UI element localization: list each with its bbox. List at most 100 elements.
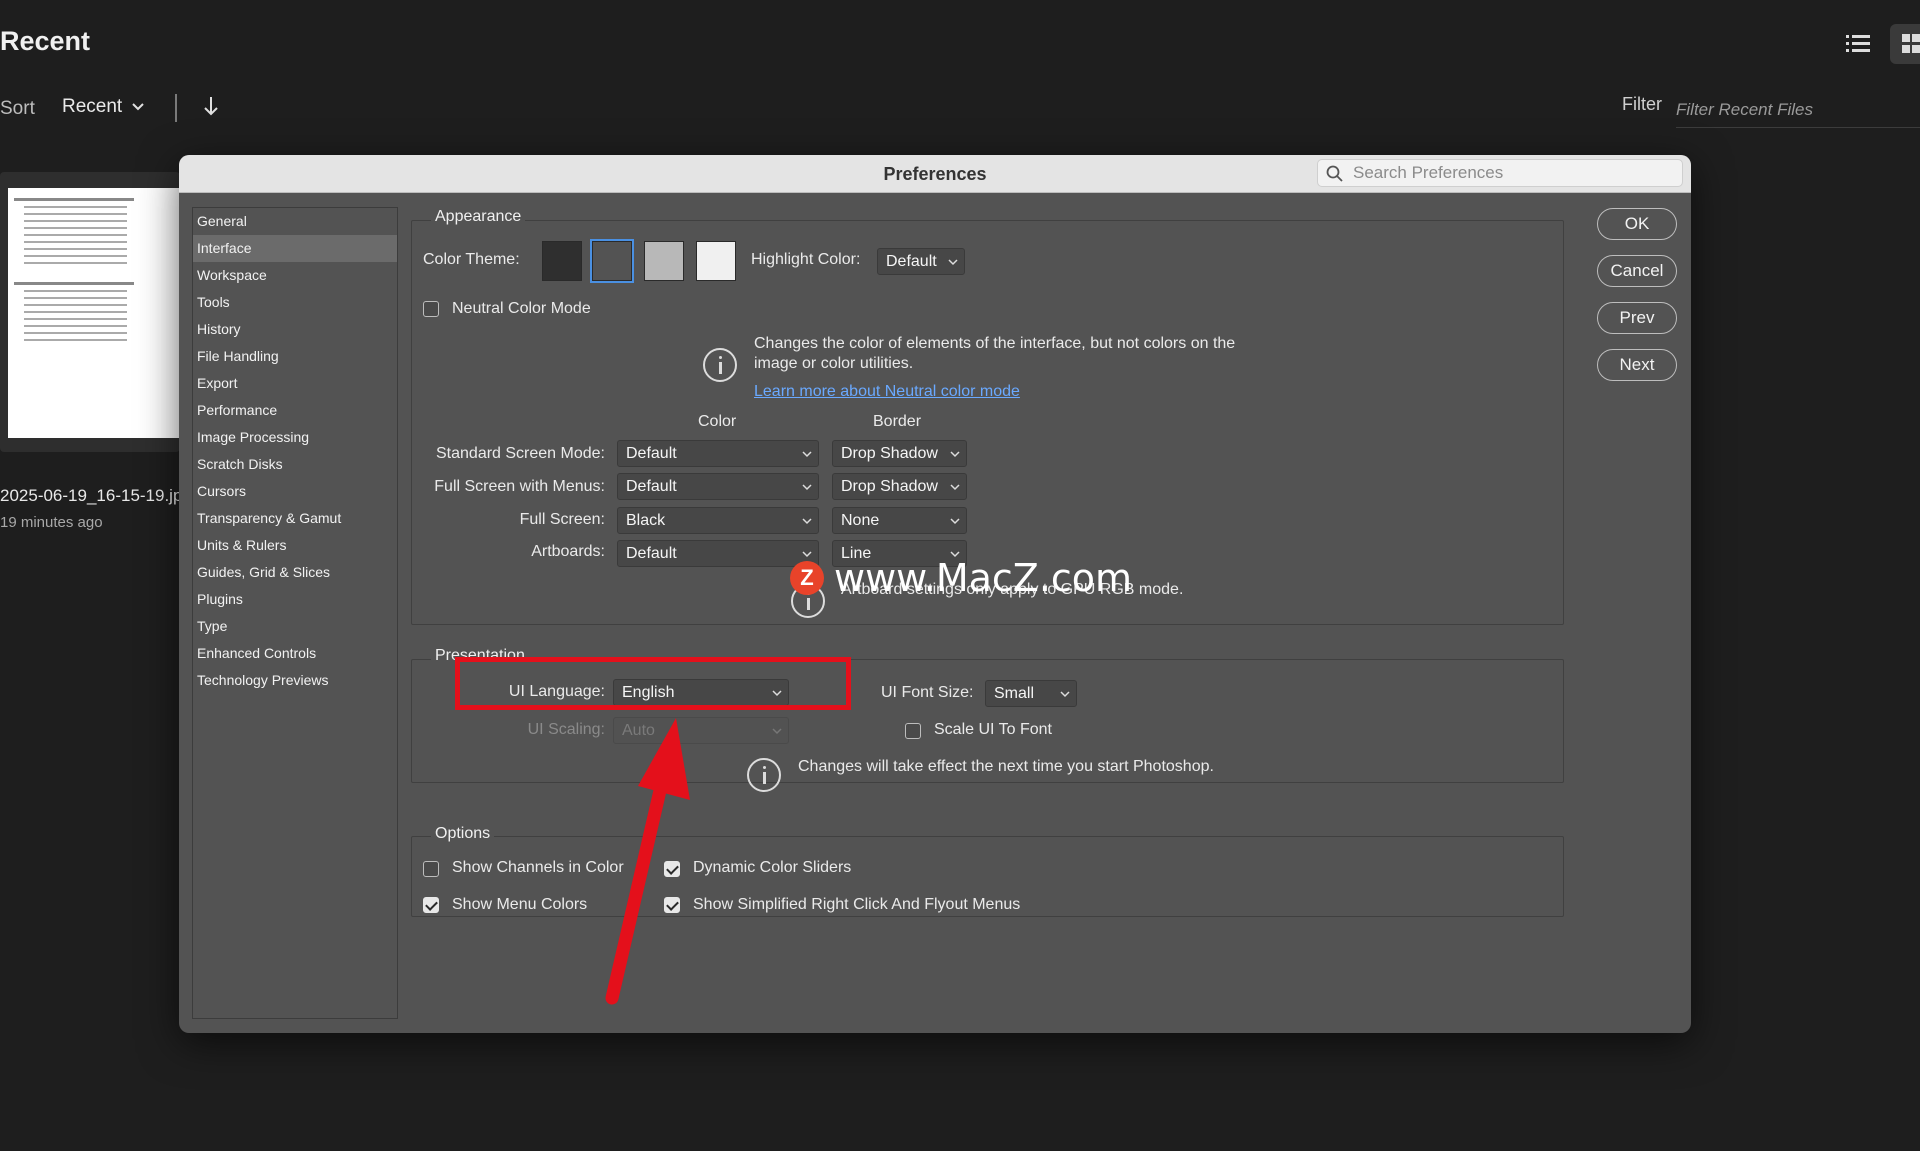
full-screen-menus-border-select[interactable]: Drop Shadow: [832, 473, 967, 500]
full-screen-menus-color-select[interactable]: Default: [617, 473, 819, 500]
ui-font-size-select[interactable]: Small: [985, 680, 1077, 707]
chevron-down-icon: [1060, 691, 1070, 698]
full-screen-label: Full Screen:: [519, 511, 605, 528]
show-menu-colors-label: Show Menu Colors: [452, 896, 588, 913]
sidebar-item-export[interactable]: Export: [193, 370, 397, 397]
theme-swatch-darkest[interactable]: [542, 241, 582, 281]
simplified-menus-label: Show Simplified Right Click And Flyout M…: [693, 896, 1021, 913]
standard-screen-color-select[interactable]: Default: [617, 440, 819, 467]
sidebar-item-plugins[interactable]: Plugins: [193, 586, 397, 613]
watermark: Z www.MacZ.com: [790, 556, 1132, 600]
file-time: 19 minutes ago: [0, 514, 103, 531]
sort-label: Sort: [0, 98, 35, 119]
prev-button[interactable]: Prev: [1597, 302, 1677, 334]
neutral-color-mode-label: Neutral Color Mode: [452, 300, 591, 317]
sidebar-item-general[interactable]: General: [193, 208, 397, 235]
sidebar-item-performance[interactable]: Performance: [193, 397, 397, 424]
list-view-icon[interactable]: [1844, 30, 1872, 58]
neutral-note-line2: image or color utilities.: [754, 355, 914, 372]
search-preferences-input[interactable]: [1353, 163, 1653, 183]
sidebar-item-image-processing[interactable]: Image Processing: [193, 424, 397, 451]
standard-screen-border-select[interactable]: Drop Shadow: [832, 440, 967, 467]
full-screen-menus-label: Full Screen with Menus:: [434, 478, 605, 495]
artboards-color-value: Default: [626, 545, 677, 562]
artboards-color-select[interactable]: Default: [617, 540, 819, 567]
sidebar-item-guides-grid-slices[interactable]: Guides, Grid & Slices: [193, 559, 397, 586]
filter-label: Filter: [1622, 94, 1662, 114]
theme-swatch-lightest[interactable]: [696, 241, 736, 281]
annotation-highlight-box: [455, 657, 851, 710]
photoshop-home-screen: Recent Sort Recent Filter 2025-06-19_16-…: [0, 0, 1920, 1151]
dynamic-color-sliders-label: Dynamic Color Sliders: [693, 859, 852, 876]
appearance-title: Appearance: [431, 208, 526, 226]
full-screen-color-select[interactable]: Black: [617, 507, 819, 534]
ui-font-size-value: Small: [994, 685, 1035, 702]
full-screen-menus-border-value: Drop Shadow: [841, 478, 938, 495]
sidebar-item-enhanced-controls[interactable]: Enhanced Controls: [193, 640, 397, 667]
watermark-logo: Z: [790, 561, 824, 595]
next-button[interactable]: Next: [1597, 349, 1677, 381]
highlight-color-select[interactable]: Default: [877, 248, 965, 275]
info-icon: [747, 758, 781, 792]
search-icon: [1326, 165, 1343, 182]
search-preferences[interactable]: [1317, 159, 1683, 187]
watermark-text: www.MacZ.com: [834, 556, 1133, 600]
sort-direction-icon[interactable]: [200, 94, 222, 120]
full-screen-border-value: None: [841, 512, 880, 529]
preferences-sidebar: General Interface Workspace Tools Histor…: [192, 207, 398, 1019]
chevron-down-icon: [802, 518, 812, 525]
dialog-titlebar[interactable]: Preferences: [179, 155, 1691, 193]
restart-note: Changes will take effect the next time y…: [798, 758, 1214, 775]
neutral-note-line1: Changes the color of elements of the int…: [754, 335, 1236, 352]
theme-swatch-dark[interactable]: [590, 239, 634, 283]
column-header-border: Border: [873, 413, 922, 430]
highlight-color-value: Default: [886, 253, 937, 270]
chevron-down-icon: [132, 103, 144, 111]
chevron-down-icon: [802, 451, 812, 458]
info-icon: [703, 348, 737, 382]
file-thumbnail: [8, 188, 180, 438]
show-menu-colors-checkbox[interactable]: [423, 897, 439, 913]
sort-dropdown[interactable]: Recent: [62, 96, 146, 118]
sidebar-item-file-handling[interactable]: File Handling: [193, 343, 397, 370]
neutral-color-mode-checkbox[interactable]: [423, 301, 439, 317]
show-channels-in-color-checkbox[interactable]: [423, 861, 439, 877]
sidebar-item-scratch-disks[interactable]: Scratch Disks: [193, 451, 397, 478]
sidebar-item-technology-previews[interactable]: Technology Previews: [193, 667, 397, 694]
chevron-down-icon: [950, 484, 960, 491]
sidebar-item-type[interactable]: Type: [193, 613, 397, 640]
sidebar-item-history[interactable]: History: [193, 316, 397, 343]
chevron-down-icon: [950, 451, 960, 458]
sidebar-item-tools[interactable]: Tools: [193, 289, 397, 316]
theme-swatch-light[interactable]: [644, 241, 684, 281]
standard-screen-border-value: Drop Shadow: [841, 445, 938, 462]
column-header-color: Color: [698, 413, 737, 430]
ui-scaling-label: UI Scaling:: [527, 721, 605, 738]
sort-value: Recent: [62, 96, 123, 117]
page-title: Recent: [0, 26, 91, 56]
color-theme-label: Color Theme:: [423, 251, 520, 268]
sidebar-item-transparency-gamut[interactable]: Transparency & Gamut: [193, 505, 397, 532]
chevron-down-icon: [772, 728, 782, 735]
standard-screen-mode-label: Standard Screen Mode:: [436, 445, 605, 462]
sidebar-item-cursors[interactable]: Cursors: [193, 478, 397, 505]
chevron-down-icon: [950, 518, 960, 525]
filter-input[interactable]: [1676, 92, 1920, 128]
chevron-down-icon: [802, 484, 812, 491]
sidebar-item-interface[interactable]: Interface: [193, 235, 397, 262]
cancel-button[interactable]: Cancel: [1597, 255, 1677, 287]
learn-more-link[interactable]: Learn more about Neutral color mode: [754, 383, 1020, 401]
standard-screen-color-value: Default: [626, 445, 677, 462]
full-screen-menus-color-value: Default: [626, 478, 677, 495]
sidebar-item-units-rulers[interactable]: Units & Rulers: [193, 532, 397, 559]
grid-view-icon[interactable]: [1890, 24, 1920, 64]
ok-button[interactable]: OK: [1597, 208, 1677, 240]
full-screen-color-value: Black: [626, 512, 666, 529]
scale-ui-to-font-checkbox[interactable]: [905, 723, 921, 739]
annotation-arrow: [605, 718, 690, 1005]
divider: [175, 94, 177, 122]
chevron-down-icon: [948, 259, 958, 266]
file-name[interactable]: 2025-06-19_16-15-19.jpg: [0, 486, 192, 506]
full-screen-border-select[interactable]: None: [832, 507, 967, 534]
sidebar-item-workspace[interactable]: Workspace: [193, 262, 397, 289]
